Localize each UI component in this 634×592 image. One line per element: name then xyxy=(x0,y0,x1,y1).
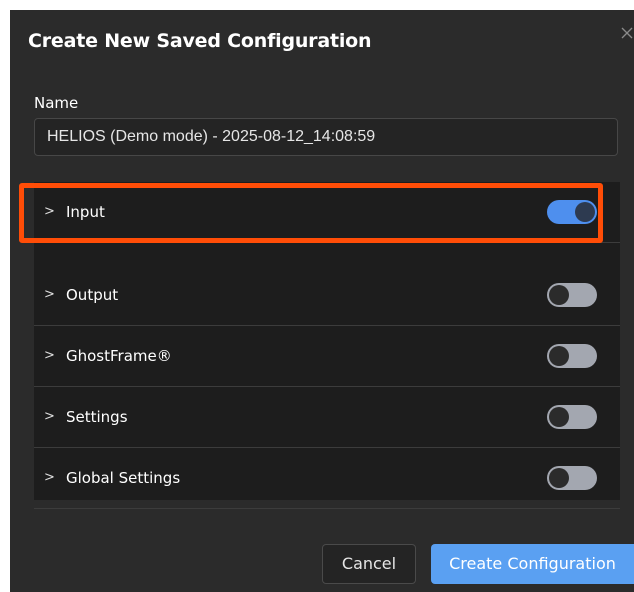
input-toggle[interactable] xyxy=(547,200,597,224)
config-sections-list: > Input > Output > GhostFrame® > Setting… xyxy=(34,182,620,509)
settings-toggle[interactable] xyxy=(547,405,597,429)
close-icon[interactable] xyxy=(620,26,634,40)
chevron-right-icon[interactable]: > xyxy=(44,182,55,242)
toggle-knob xyxy=(549,468,569,488)
create-configuration-dialog: Create New Saved Configuration Name HELI… xyxy=(10,10,634,592)
section-row-ghostframe[interactable]: > GhostFrame® xyxy=(34,326,620,387)
chevron-right-icon[interactable]: > xyxy=(44,387,55,447)
toggle-knob xyxy=(549,285,569,305)
toggle-knob xyxy=(549,346,569,366)
dialog-title: Create New Saved Configuration xyxy=(28,30,372,52)
toggle-knob xyxy=(549,407,569,427)
name-label: Name xyxy=(34,94,79,112)
section-row-input[interactable]: > Input xyxy=(34,182,620,243)
ghostframe-toggle[interactable] xyxy=(547,344,597,368)
chevron-right-icon[interactable]: > xyxy=(44,448,55,508)
create-configuration-button[interactable]: Create Configuration xyxy=(431,544,634,584)
output-toggle[interactable] xyxy=(547,283,597,307)
section-label: Global Settings xyxy=(66,469,181,487)
section-label: Output xyxy=(66,286,119,304)
section-row-output[interactable]: > Output xyxy=(34,265,620,326)
toggle-knob xyxy=(575,202,595,222)
section-row-settings[interactable]: > Settings xyxy=(34,387,620,448)
section-label: Input xyxy=(66,203,105,221)
section-row-global-settings[interactable]: > Global Settings xyxy=(34,448,620,509)
section-label: Settings xyxy=(66,408,128,426)
name-input[interactable]: HELIOS (Demo mode) - 2025-08-12_14:08:59 xyxy=(34,118,618,156)
chevron-right-icon[interactable]: > xyxy=(44,265,55,325)
global-settings-toggle[interactable] xyxy=(547,466,597,490)
cancel-button[interactable]: Cancel xyxy=(322,544,416,584)
section-label: GhostFrame® xyxy=(66,347,172,365)
chevron-right-icon[interactable]: > xyxy=(44,326,55,386)
